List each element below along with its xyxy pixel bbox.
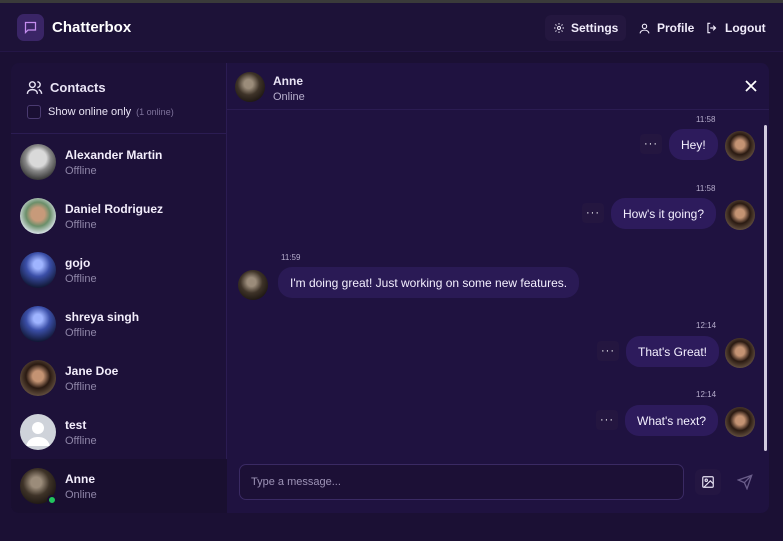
image-icon bbox=[702, 476, 714, 488]
message-options-button[interactable]: ··· bbox=[582, 203, 604, 223]
avatar bbox=[20, 144, 56, 180]
message-time: 11:58 bbox=[696, 184, 716, 193]
contact-status: Offline bbox=[65, 272, 97, 285]
message-options-button[interactable]: ··· bbox=[640, 134, 662, 154]
contacts-title-label: Contacts bbox=[50, 80, 106, 95]
settings-button[interactable]: Settings bbox=[545, 15, 627, 41]
message-input[interactable] bbox=[239, 464, 684, 500]
sender-avatar bbox=[725, 131, 755, 161]
contact-status: Offline bbox=[65, 326, 97, 339]
message-time: 11:58 bbox=[696, 115, 716, 124]
contact-status: Offline bbox=[65, 380, 97, 393]
close-icon[interactable] bbox=[744, 79, 758, 93]
app-header: Chatterbox Settings Profile Logout bbox=[0, 3, 783, 52]
contact-status: Offline bbox=[65, 434, 97, 447]
user-icon bbox=[639, 23, 650, 33]
sender-avatar bbox=[725, 338, 755, 368]
settings-label: Settings bbox=[571, 21, 619, 35]
send-button[interactable] bbox=[734, 471, 756, 493]
contact-name: shreya singh bbox=[65, 309, 140, 324]
message-bubble-outgoing: What's next? bbox=[625, 405, 718, 436]
chat-contact-avatar bbox=[235, 72, 265, 102]
logout-button[interactable]: Logout bbox=[697, 15, 774, 41]
send-icon bbox=[737, 474, 753, 490]
message-time: 12:14 bbox=[696, 390, 717, 399]
chat-header: Anne Online bbox=[227, 63, 769, 110]
chat-contact-status: Online bbox=[273, 91, 305, 103]
contact-item-gojo[interactable]: gojo Offline bbox=[11, 243, 227, 297]
logout-icon bbox=[707, 22, 717, 34]
profile-label: Profile bbox=[657, 21, 695, 35]
default-user-icon bbox=[20, 414, 56, 450]
profile-button[interactable]: Profile bbox=[630, 15, 702, 41]
avatar bbox=[20, 360, 56, 396]
show-online-label: Show online only bbox=[48, 106, 132, 118]
contact-status: Offline bbox=[65, 164, 97, 177]
contacts-sidebar: Contacts Show online only (1 online) Ale… bbox=[11, 63, 227, 513]
contact-item-jane-doe[interactable]: Jane Doe Offline bbox=[11, 351, 227, 405]
chat-area: Anne Online 11:58 ··· Hey! 11:58 ··· How… bbox=[227, 63, 769, 513]
contact-item-alexander-martin[interactable]: Alexander Martin Offline bbox=[11, 135, 227, 189]
contact-item-test[interactable]: test Offline bbox=[11, 405, 227, 459]
avatar bbox=[20, 198, 56, 234]
users-icon bbox=[26, 81, 43, 94]
contact-name: Alexander Martin bbox=[65, 147, 163, 162]
message-bubble-outgoing: Hey! bbox=[669, 129, 718, 160]
message-options-button[interactable]: ··· bbox=[597, 341, 619, 361]
sender-avatar bbox=[725, 407, 755, 437]
avatar bbox=[20, 252, 56, 288]
messages-scrollbar[interactable] bbox=[764, 125, 767, 451]
online-count: (1 online) bbox=[136, 107, 174, 117]
message-bubble-outgoing: That's Great! bbox=[626, 336, 719, 367]
app-title: Chatterbox bbox=[52, 19, 132, 36]
contact-name: Anne bbox=[65, 471, 95, 486]
contact-name: Daniel Rodriguez bbox=[65, 201, 164, 216]
contact-item-daniel-rodriguez[interactable]: Daniel Rodriguez Offline bbox=[11, 189, 227, 243]
message-time: 12:14 bbox=[696, 321, 717, 330]
contacts-title: Contacts bbox=[26, 79, 106, 96]
message-time: 11:59 bbox=[281, 253, 301, 262]
chat-contact-name: Anne bbox=[273, 74, 303, 88]
show-online-checkbox[interactable] bbox=[27, 105, 41, 119]
sender-avatar bbox=[725, 200, 755, 230]
contact-name: Jane Doe bbox=[65, 363, 119, 378]
online-indicator bbox=[47, 495, 57, 505]
contact-status: Offline bbox=[65, 218, 97, 231]
contact-name: test bbox=[65, 417, 87, 432]
message-bubble-incoming: I'm doing great! Just working on some ne… bbox=[278, 267, 580, 298]
contact-status: Online bbox=[65, 488, 97, 501]
message-options-button[interactable]: ··· bbox=[596, 410, 618, 430]
avatar bbox=[20, 306, 56, 342]
contact-name: gojo bbox=[65, 255, 91, 270]
chat-logo-icon bbox=[17, 14, 44, 41]
gear-icon bbox=[554, 23, 564, 33]
chat-panel: Contacts Show online only (1 online) Ale… bbox=[11, 63, 769, 513]
message-bubble-outgoing: How's it going? bbox=[611, 198, 716, 229]
show-online-toggle[interactable]: Show online only (1 online) bbox=[27, 105, 174, 119]
contacts-header: Contacts Show online only (1 online) bbox=[11, 63, 227, 134]
contact-item-shreya-singh[interactable]: shreya singh Offline bbox=[11, 297, 227, 351]
contact-item-anne[interactable]: Anne Online bbox=[11, 459, 227, 513]
sender-avatar bbox=[238, 270, 268, 300]
attach-image-button[interactable] bbox=[695, 469, 721, 495]
logout-label: Logout bbox=[725, 21, 766, 35]
